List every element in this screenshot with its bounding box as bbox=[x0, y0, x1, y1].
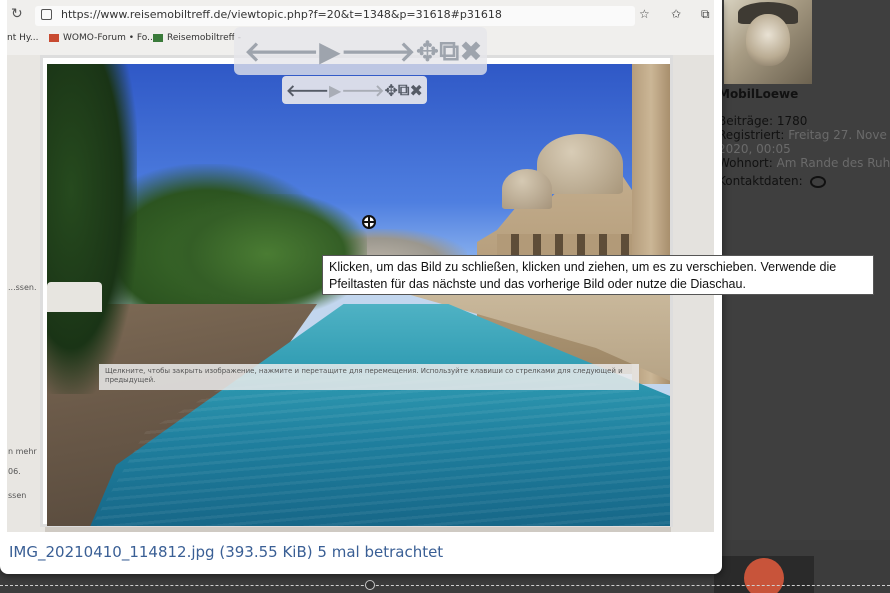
resize-handle[interactable] bbox=[365, 580, 375, 590]
bottom-thumbnail[interactable] bbox=[714, 556, 814, 593]
avatar[interactable] bbox=[724, 0, 812, 84]
location-line: Wohnort: Am Rande des Ruh bbox=[718, 156, 890, 170]
photo-scene: Щелкните, чтобы закрыть изображение, наж… bbox=[47, 64, 670, 526]
next-arrow-icon[interactable]: 🡒 bbox=[341, 80, 384, 100]
open-external-icon[interactable]: ⧉ bbox=[398, 80, 409, 100]
refresh-icon: ↻ bbox=[11, 6, 23, 22]
close-icon: ✖ bbox=[459, 34, 483, 68]
move-icon: ✥ bbox=[415, 34, 440, 68]
open-external-icon: ⧉ bbox=[439, 34, 460, 67]
image-caption: IMG_20210410_114812.jpg (393.55 KiB) 5 m… bbox=[9, 543, 443, 561]
bookmark-favicon bbox=[153, 33, 163, 42]
move-icon[interactable]: ✥ bbox=[384, 81, 397, 100]
photo-nav-bar-large: 🡐 ▶ 🡒 ✥ ⧉ ✖ bbox=[234, 27, 487, 75]
username[interactable]: MobilLoewe bbox=[718, 87, 798, 101]
posts-line: Beiträge: 1780 bbox=[718, 114, 808, 128]
contact-line: Kontaktdaten: bbox=[718, 174, 827, 188]
image-views: 5 mal betrachtet bbox=[317, 543, 444, 561]
lightbox-nav-bar: 🡐 ▶ 🡒 ✥ ⧉ ✖ bbox=[282, 76, 427, 104]
close-icon[interactable]: ✖ bbox=[409, 81, 422, 100]
play-icon: ▶ bbox=[319, 34, 341, 68]
registered-line-2: 2020, 00:05 bbox=[718, 142, 791, 156]
thumbnail-image bbox=[744, 558, 784, 593]
bookmark-2: WOMO-Forum • Fo... bbox=[49, 33, 156, 43]
chat-icon[interactable] bbox=[810, 175, 827, 188]
play-icon[interactable]: ▶ bbox=[329, 81, 341, 100]
next-arrow-icon: 🡒 bbox=[340, 35, 416, 68]
image-filename: IMG_20210410_114812.jpg bbox=[9, 543, 215, 561]
bookmark-3: Reisemobiltreff - bbox=[153, 33, 241, 43]
prev-arrow-icon[interactable]: 🡐 bbox=[286, 80, 329, 100]
lightbox-tooltip: Klicken, um das Bild zu schließen, klick… bbox=[322, 255, 874, 295]
resize-divider bbox=[0, 585, 890, 586]
lock-icon bbox=[41, 9, 52, 20]
avatar-face bbox=[746, 14, 790, 66]
photo-inner-caption: Щелкните, чтобы закрыть изображение, наж… bbox=[99, 364, 639, 390]
photo-url: https://www.reisemobiltreff.de/viewtopic… bbox=[61, 8, 502, 21]
zoom-cursor-icon bbox=[362, 215, 376, 229]
bookmark-1: nt Hy... bbox=[7, 33, 39, 43]
image-filesize: (393.55 KiB) bbox=[219, 543, 313, 561]
star-icon: ☆ bbox=[639, 7, 650, 21]
prev-arrow-icon: 🡐 bbox=[244, 35, 320, 68]
posts-count[interactable]: 1780 bbox=[777, 114, 808, 128]
collections-icon: ⧉ bbox=[701, 7, 710, 21]
bookmark-favicon bbox=[49, 33, 59, 42]
registered-line: Registriert: Freitag 27. Nove bbox=[718, 128, 887, 142]
favorites-icon: ✩ bbox=[671, 7, 682, 21]
